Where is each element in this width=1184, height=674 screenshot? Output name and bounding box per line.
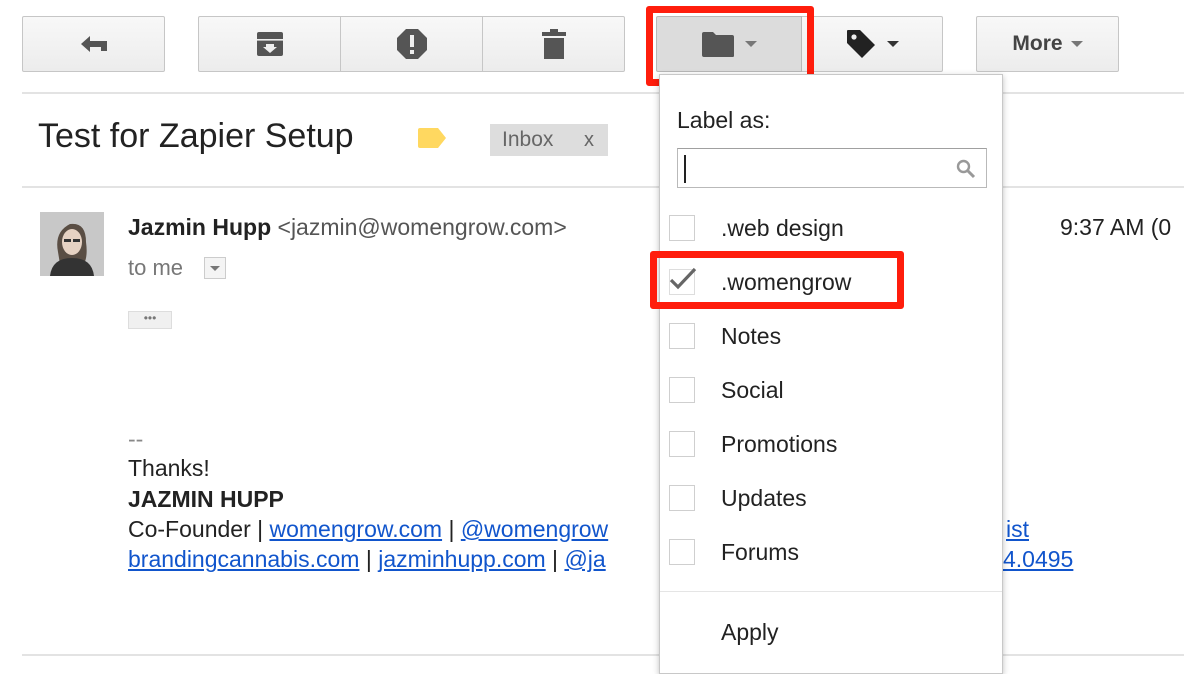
- inbox-label-chip: Inbox x: [490, 124, 608, 156]
- label-item-social[interactable]: Social: [660, 368, 1002, 412]
- label-item-promotions[interactable]: Promotions: [660, 422, 1002, 466]
- signature-line-1: Co-Founder | womengrow.com | @womengrow: [128, 516, 608, 543]
- label-tag-icon: [847, 30, 875, 58]
- label-item-text: Social: [721, 377, 784, 403]
- search-icon: [956, 159, 976, 179]
- archive-button[interactable]: [198, 16, 341, 72]
- signature-name: JAZMIN HUPP: [128, 486, 284, 512]
- label-item-forums[interactable]: Forums: [660, 530, 1002, 574]
- chevron-down-icon: [887, 41, 899, 47]
- label-search-field[interactable]: [677, 148, 987, 188]
- signature-thanks: Thanks!: [128, 455, 210, 481]
- label-checkbox[interactable]: [669, 485, 695, 511]
- label-as-title: Label as:: [677, 107, 771, 133]
- label-item-updates[interactable]: Updates: [660, 476, 1002, 520]
- show-details-button[interactable]: [204, 257, 226, 279]
- separator: |: [359, 546, 379, 572]
- avatar[interactable]: [40, 212, 104, 276]
- report-spam-button[interactable]: [341, 16, 483, 72]
- label-checkbox[interactable]: [669, 377, 695, 403]
- label-search-input[interactable]: [682, 151, 946, 187]
- show-trimmed-content-button[interactable]: •••: [128, 311, 172, 329]
- menu-divider: [660, 591, 1002, 592]
- signature-line-2: brandingcannabis.com | jazminhupp.com | …: [128, 546, 606, 573]
- twitter-handle-link[interactable]: @ja: [564, 546, 605, 572]
- delete-button[interactable]: [483, 16, 625, 72]
- sender-line: Jazmin Hupp <jazmin@womengrow.com>: [128, 214, 567, 241]
- divider: [22, 92, 1184, 94]
- label-checkbox[interactable]: [669, 215, 695, 241]
- label-as-menu: Label as: .web design .womengrow Notes S…: [659, 74, 1003, 674]
- chevron-down-icon: [210, 265, 220, 271]
- more-button[interactable]: More: [976, 16, 1119, 72]
- archive-icon: [256, 32, 283, 56]
- signature-line-1-tail[interactable]: ist: [1006, 516, 1029, 543]
- label-item-text: Promotions: [721, 431, 838, 457]
- label-checkbox[interactable]: [669, 431, 695, 457]
- highlight-box-womengrow: [650, 251, 904, 309]
- label-item-web-design[interactable]: .web design: [660, 206, 1002, 250]
- sender-email: <jazmin@womengrow.com>: [277, 214, 567, 240]
- label-marker-icon[interactable]: [418, 128, 446, 148]
- remove-label-button[interactable]: x: [584, 129, 594, 152]
- divider: [22, 186, 1184, 188]
- signature-separator: --: [128, 426, 144, 452]
- label-item-text: .web design: [721, 215, 844, 241]
- sender-name[interactable]: Jazmin Hupp: [128, 214, 271, 240]
- message-timestamp: 9:37 AM (0: [1060, 214, 1172, 240]
- page-title: Test for Zapier Setup: [38, 117, 354, 155]
- womengrow-link[interactable]: womengrow.com: [269, 516, 442, 542]
- trash-icon: [541, 29, 566, 59]
- label-item-notes[interactable]: Notes: [660, 314, 1002, 358]
- jazminhupp-link[interactable]: jazminhupp.com: [378, 546, 545, 572]
- more-label: More: [1012, 32, 1063, 55]
- separator: |: [545, 546, 565, 572]
- separator: |: [442, 516, 461, 542]
- reply-arrow-icon: [80, 36, 107, 52]
- labels-button[interactable]: [802, 16, 943, 72]
- recipient-line: to me: [128, 255, 184, 280]
- signature-title: Co-Founder |: [128, 516, 270, 542]
- divider: [22, 654, 1184, 656]
- apply-button[interactable]: Apply: [721, 619, 779, 646]
- label-checkbox[interactable]: [669, 539, 695, 565]
- twitter-link[interactable]: @womengrow: [461, 516, 608, 542]
- label-item-text: Updates: [721, 485, 807, 511]
- text-cursor: [684, 155, 686, 183]
- chevron-down-icon: [1070, 41, 1083, 47]
- label-checkbox[interactable]: [669, 323, 695, 349]
- back-button[interactable]: [22, 16, 165, 72]
- label-item-text: Forums: [721, 539, 799, 565]
- brandingcannabis-link[interactable]: brandingcannabis.com: [128, 546, 359, 572]
- signature-line-2-tail[interactable]: 4.0495: [1003, 546, 1073, 573]
- report-spam-icon: [396, 29, 427, 59]
- inbox-label-text: Inbox: [502, 128, 554, 151]
- label-item-text: Notes: [721, 323, 782, 349]
